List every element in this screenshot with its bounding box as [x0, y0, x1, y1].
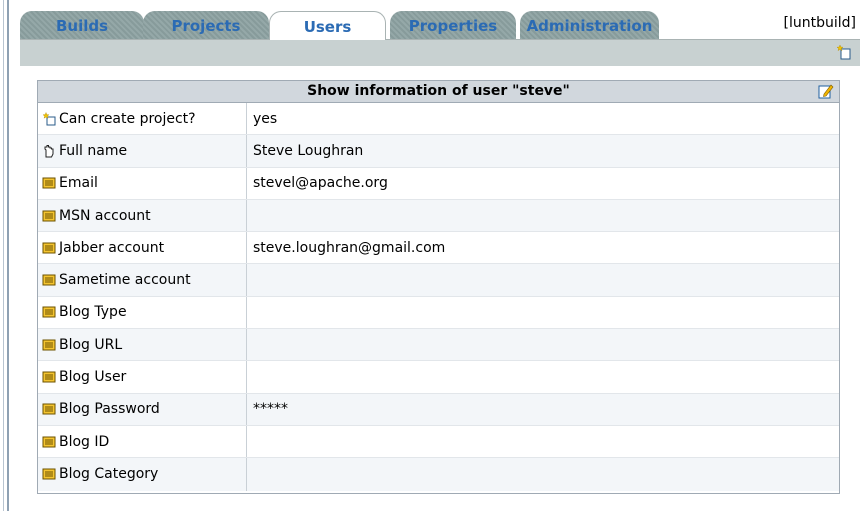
row-label-cell: Sametime account	[38, 264, 247, 296]
panel-title-text: Show information of user "steve"	[307, 83, 570, 99]
field-icon	[42, 273, 59, 287]
table-row: Blog ID	[38, 425, 839, 459]
tab-administration[interactable]: Administration	[520, 11, 659, 39]
row-label-cell: Full name	[38, 135, 247, 167]
row-label: Blog Category	[59, 466, 159, 483]
table-row: Blog User	[38, 361, 839, 394]
row-label-cell: Blog URL	[38, 329, 247, 361]
row-label: Blog Type	[59, 304, 127, 321]
row-label-cell: Blog Password	[38, 393, 247, 425]
tab-builds[interactable]: Builds	[20, 11, 144, 39]
row-label-cell: Blog Category	[38, 458, 247, 491]
row-label-cell: Can create project?	[38, 103, 247, 135]
row-label-cell: MSN account	[38, 199, 247, 232]
toolbar	[20, 39, 860, 66]
row-value: *****	[253, 401, 288, 418]
table-row: Sametime account	[38, 264, 839, 297]
row-label: Blog ID	[59, 433, 110, 450]
table-row: Blog Password *****	[38, 393, 839, 426]
row-value: yes	[253, 110, 278, 127]
field-icon	[42, 338, 59, 352]
row-label: Jabber account	[59, 239, 165, 256]
row-label: Sametime account	[59, 272, 191, 289]
field-icon	[42, 402, 59, 416]
tab-properties[interactable]: Properties	[390, 11, 516, 39]
row-label: Blog URL	[59, 336, 123, 353]
field-icon	[42, 176, 59, 190]
panel-title: Show information of user "steve"	[38, 81, 839, 103]
field-icon	[42, 305, 59, 319]
new-user-icon[interactable]	[836, 44, 852, 60]
new-item-icon	[42, 111, 59, 126]
hand-icon	[42, 144, 59, 158]
row-label: Blog Password	[59, 401, 160, 418]
row-label: Blog User	[59, 369, 127, 386]
tab-bar: Builds Projects Users Properties Adminis…	[20, 11, 860, 40]
row-value	[247, 426, 839, 457]
tab-projects[interactable]: Projects	[143, 11, 269, 39]
row-label-cell: Blog ID	[38, 425, 247, 458]
row-label: Email	[59, 175, 98, 192]
tab-users[interactable]: Users	[269, 11, 386, 40]
table-row: Blog URL	[38, 329, 839, 362]
field-icon	[42, 209, 59, 223]
row-value	[247, 264, 839, 295]
row-label-cell: Blog User	[38, 361, 247, 393]
field-icon	[42, 241, 59, 255]
table-row: Email stevel@apache.org	[38, 167, 839, 200]
row-label-cell: Jabber account	[38, 232, 247, 264]
row-value: stevel@apache.org	[253, 175, 388, 192]
table-row: Full name Steve Loughran	[38, 135, 839, 168]
row-label: MSN account	[59, 207, 151, 224]
edit-icon[interactable]	[818, 83, 834, 99]
row-value: steve.loughran@gmail.com	[253, 239, 446, 256]
field-icon	[42, 467, 59, 481]
row-label-cell: Email	[38, 167, 247, 199]
row-label-cell: Blog Type	[38, 296, 247, 329]
row-value	[247, 458, 839, 490]
table-row: MSN account	[38, 199, 839, 233]
field-icon	[42, 435, 59, 449]
table-row: Blog Category	[38, 458, 839, 491]
user-info-panel: Show information of user "steve" Can cre…	[37, 80, 840, 494]
current-user-label: [luntbuild]	[783, 15, 856, 31]
row-value: Steve Loughran	[253, 142, 364, 159]
table-row: Can create project? yes	[38, 103, 839, 136]
row-value	[247, 200, 839, 231]
row-value	[247, 361, 839, 392]
row-label: Can create project?	[59, 110, 196, 127]
row-value	[247, 297, 839, 328]
left-frame-border	[0, 0, 9, 511]
table-row: Blog Type	[38, 296, 839, 330]
row-label: Full name	[59, 142, 128, 159]
row-value	[247, 329, 839, 360]
user-info-table: Can create project? yes Full name Steve Lou…	[38, 103, 839, 491]
table-row: Jabber account steve.loughran@gmail.com	[38, 232, 839, 265]
field-icon	[42, 370, 59, 384]
